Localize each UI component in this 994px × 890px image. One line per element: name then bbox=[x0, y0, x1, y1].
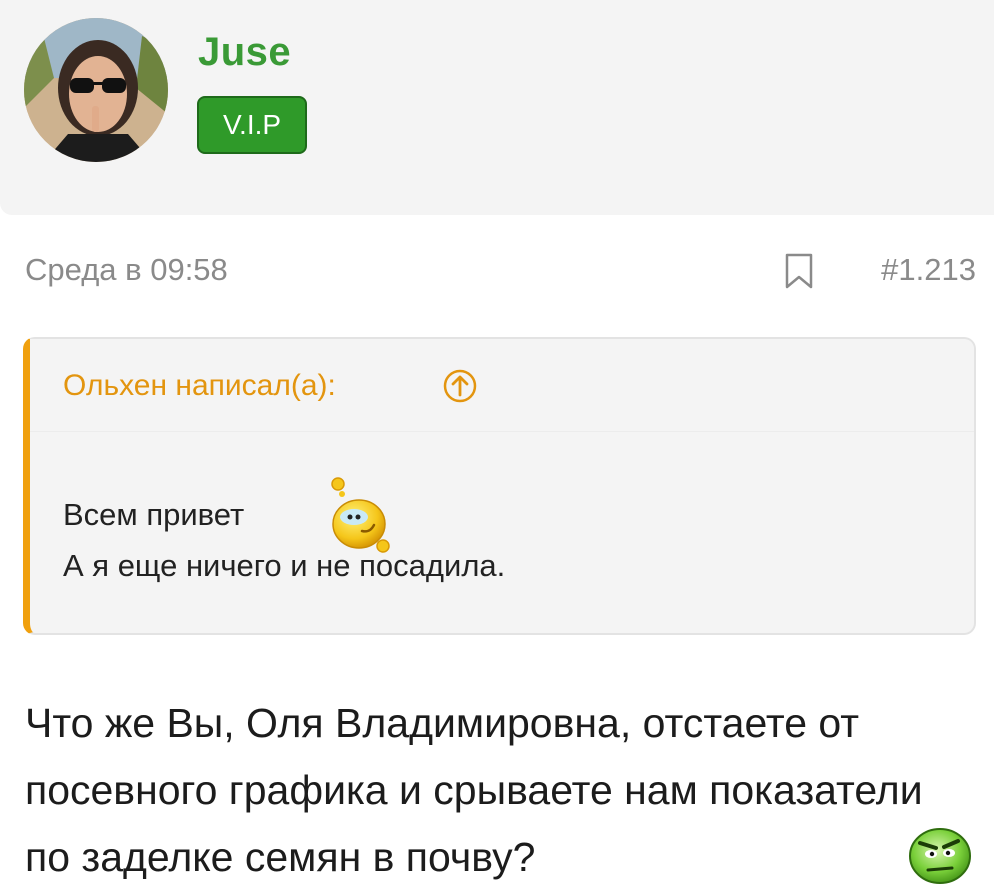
post-date[interactable]: Среда в 09:58 bbox=[25, 252, 228, 288]
quote-header: Ольхен написал(а): bbox=[30, 339, 974, 432]
quote-line-1: Всем привет bbox=[63, 497, 245, 532]
frowning-smiley-icon bbox=[909, 828, 971, 884]
quote-author[interactable]: Ольхен написал(а): bbox=[63, 369, 336, 403]
post-text: Что же Вы, Оля Владимировна, отстаете от… bbox=[25, 700, 923, 880]
avatar[interactable] bbox=[24, 18, 168, 162]
bookmark-icon[interactable] bbox=[784, 253, 814, 289]
vip-badge: V.I.P bbox=[197, 96, 307, 154]
post-number-link[interactable]: #1.213 bbox=[881, 252, 976, 288]
winking-smiley-icon bbox=[331, 477, 390, 553]
arrow-up-circle-icon[interactable] bbox=[442, 368, 478, 404]
quote-line-2: А я еще ничего и не посадила. bbox=[63, 548, 506, 583]
quote-body: Всем привет А я еще ничего и не посадила… bbox=[63, 489, 505, 591]
avatar-image bbox=[24, 18, 168, 162]
quote-block: Ольхен написал(а): Всем привет А я еще н… bbox=[23, 337, 976, 635]
username[interactable]: Juse bbox=[198, 30, 291, 75]
user-header: Juse V.I.P bbox=[0, 0, 994, 215]
forum-post: Juse V.I.P Среда в 09:58 #1.213 Ольхен н… bbox=[0, 0, 994, 890]
